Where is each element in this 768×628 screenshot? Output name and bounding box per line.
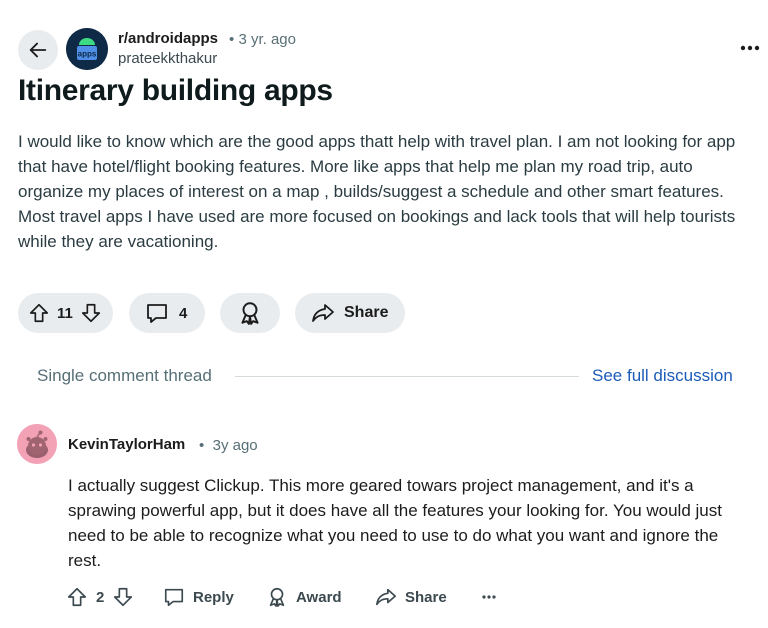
post-title: Itinerary building apps: [18, 74, 333, 107]
comment-time: • 3y ago: [199, 437, 258, 454]
award-label: Award: [296, 588, 342, 606]
upvote-icon: [67, 587, 87, 607]
share-label: Share: [344, 304, 389, 321]
comment-icon: [147, 304, 167, 323]
avatar[interactable]: [17, 424, 57, 464]
upvote-icon: [29, 303, 49, 323]
share-icon: [376, 588, 396, 606]
comment-time-text: 3y ago: [212, 437, 258, 454]
share-button[interactable]: Share: [295, 293, 405, 333]
reply-icon: [164, 588, 184, 607]
snoo-avatar-icon: [17, 424, 57, 464]
separator-dot: •: [229, 31, 235, 48]
separator-dot: •: [199, 437, 205, 454]
reply-label: Reply: [193, 588, 234, 606]
subreddit-name[interactable]: r/androidapps: [118, 30, 218, 47]
comment-share-button[interactable]: Share: [375, 585, 447, 609]
comment-body: I actually suggest Clickup. This more ge…: [68, 476, 722, 570]
award-button[interactable]: [220, 293, 280, 333]
comment-vote-bar: 2: [66, 585, 134, 609]
overflow-menu-button[interactable]: [736, 38, 764, 58]
post-author[interactable]: prateekkthakur: [118, 50, 217, 67]
vote-bar: 11: [18, 293, 113, 333]
subreddit-icon[interactable]: apps: [66, 28, 108, 70]
divider: [235, 376, 579, 377]
comments-button[interactable]: 4: [129, 293, 205, 333]
comment-count: 4: [179, 304, 188, 322]
comment-upvote-button[interactable]: [66, 586, 88, 608]
post-time-text: 3 yr. ago: [238, 31, 296, 48]
see-full-discussion-link[interactable]: See full discussion: [592, 366, 733, 386]
award-icon: [269, 587, 285, 607]
arrow-left-icon: [29, 42, 47, 58]
upvote-button[interactable]: [28, 302, 50, 324]
comment-share-label: Share: [405, 588, 447, 606]
comment-downvote-button[interactable]: [112, 586, 134, 608]
comment-overflow-button[interactable]: [482, 585, 496, 609]
back-button[interactable]: [18, 30, 58, 70]
post-time: • 3 yr. ago: [229, 31, 296, 48]
downvote-button[interactable]: [80, 302, 102, 324]
reply-button[interactable]: Reply: [163, 585, 234, 609]
comment-award-button[interactable]: Award: [266, 585, 342, 609]
post-vote-count: 11: [57, 304, 73, 322]
share-icon: [312, 304, 334, 322]
thread-label: Single comment thread: [37, 366, 212, 385]
award-icon: [241, 302, 259, 325]
downvote-icon: [114, 587, 133, 607]
post-body: I would like to know which are the good …: [18, 132, 736, 251]
downvote-icon: [81, 303, 100, 323]
overflow-menu-icon: [740, 45, 760, 51]
comment-vote-count: 2: [96, 588, 105, 606]
comment-author[interactable]: KevinTaylorHam: [68, 436, 185, 453]
subreddit-icon-text: apps: [78, 50, 97, 59]
overflow-menu-icon: [482, 595, 496, 599]
